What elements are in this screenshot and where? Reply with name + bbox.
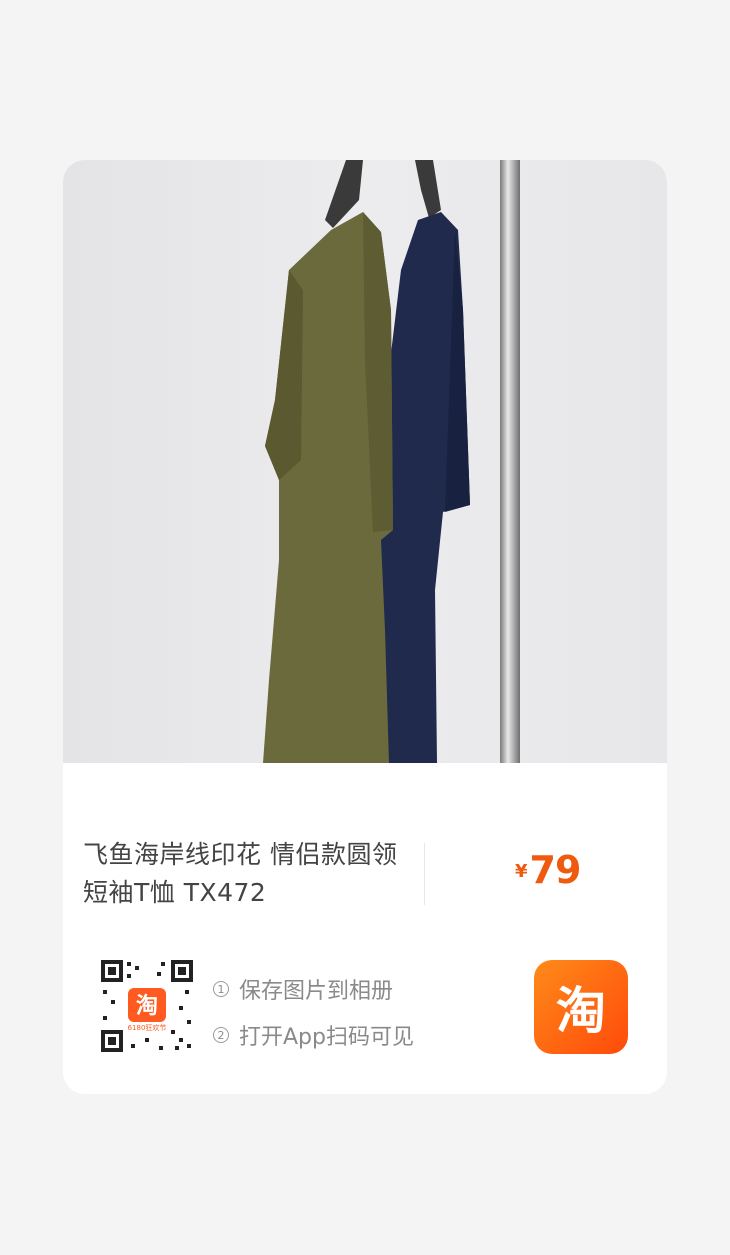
qr-logo-caption: 6180狂欢节 bbox=[128, 1023, 167, 1032]
qr-code[interactable]: 淘 6180狂欢节 bbox=[101, 960, 193, 1052]
step-open-app: 2 打开App扫码可见 bbox=[213, 1012, 414, 1058]
product-image[interactable] bbox=[63, 160, 667, 763]
qr-logo: 淘 bbox=[136, 993, 158, 1019]
taobao-app-icon[interactable]: 淘 bbox=[534, 960, 628, 1054]
scan-instructions: 1 保存图片到相册 2 打开App扫码可见 bbox=[213, 966, 414, 1058]
step-text: 保存图片到相册 bbox=[239, 979, 394, 1004]
divider bbox=[424, 843, 425, 905]
step-save: 1 保存图片到相册 bbox=[213, 966, 414, 1012]
taobao-logo-text: 淘 bbox=[556, 982, 606, 1040]
share-card: 飞鱼海岸线印花 情侣款圆领短袖T恤 TX472 ¥79 淘 6180狂欢节 1 bbox=[63, 160, 667, 1094]
step-text: 打开App扫码可见 bbox=[239, 1025, 414, 1050]
step-number-icon: 1 bbox=[213, 981, 229, 997]
product-title: 飞鱼海岸线印花 情侣款圆领短袖T恤 TX472 bbox=[83, 840, 398, 907]
price: ¥79 bbox=[515, 848, 582, 892]
currency-symbol: ¥ bbox=[515, 861, 528, 882]
price-value: 79 bbox=[529, 848, 582, 892]
step-number-icon: 2 bbox=[213, 1027, 229, 1043]
